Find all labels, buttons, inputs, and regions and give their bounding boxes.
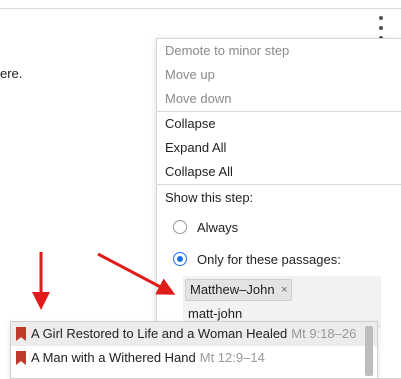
menu-item-collapse-all[interactable]: Collapse All: [157, 160, 401, 184]
background-text: ere.: [0, 66, 23, 81]
menu-item-move-up: Move up: [165, 67, 215, 82]
bookmark-icon: [16, 327, 26, 341]
bookmark-icon: [16, 351, 26, 365]
radio-option-always[interactable]: Always: [157, 211, 401, 243]
radio-button-always[interactable]: [173, 220, 187, 234]
menu-item-demote: Demote to minor step: [165, 43, 290, 58]
passage-suggestions-dropdown: A Girl Restored to Life and a Woman Heal…: [10, 321, 378, 379]
dropdown-scrollbar[interactable]: [365, 326, 373, 376]
menu-item-collapse[interactable]: Collapse: [157, 112, 401, 136]
radio-label-always: Always: [197, 219, 239, 235]
chip-remove-icon[interactable]: ×: [281, 280, 287, 300]
kebab-dot: [379, 26, 383, 30]
suggestion-ref: Mt 12:9–14: [199, 350, 265, 365]
suggestion-ref: Mt 9:18–26: [291, 326, 357, 341]
suggestion-title: A Girl Restored to Life and a Woman Heal…: [31, 326, 288, 341]
radio-option-only-passages[interactable]: Only for these passages:: [157, 243, 401, 275]
passage-chip-label: Matthew–John: [190, 282, 275, 297]
suggestion-item[interactable]: A Man with a Withered Hand Mt 12:9–14: [11, 346, 377, 370]
suggestion-item[interactable]: A Girl Restored to Life and a Woman Heal…: [11, 322, 377, 346]
radio-button-only-passages[interactable]: [173, 252, 187, 266]
top-divider: [0, 8, 401, 9]
kebab-dot: [379, 16, 383, 20]
menu-item-move-down: Move down: [165, 91, 232, 106]
radio-label-only-passages: Only for these passages:: [197, 251, 341, 267]
more-options-icon[interactable]: [374, 16, 388, 40]
suggestion-title: A Man with a Withered Hand: [31, 350, 196, 365]
menu-item-expand-all[interactable]: Expand All: [157, 136, 401, 160]
passage-chip: Matthew–John ×: [185, 279, 292, 301]
show-step-label: Show this step:: [165, 190, 254, 205]
